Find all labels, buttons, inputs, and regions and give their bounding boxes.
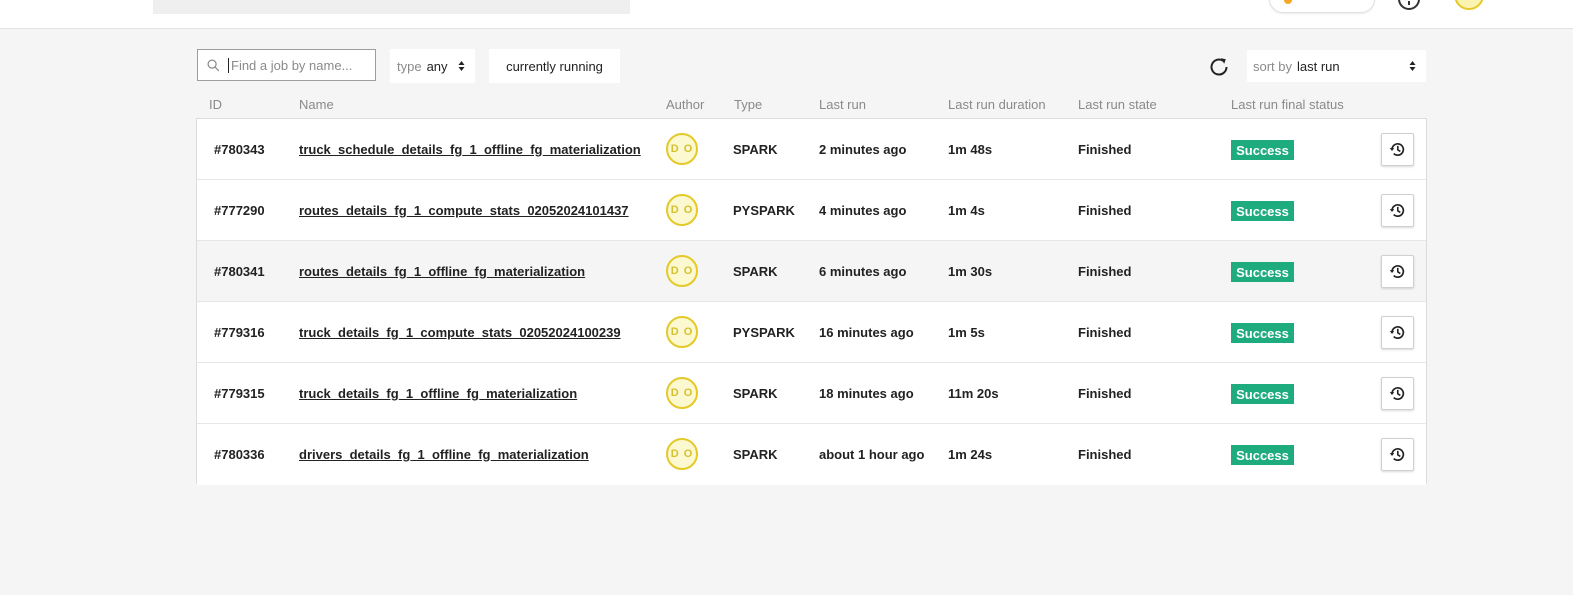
job-name-link[interactable]: routes_details_fg_1_compute_stats_020520…	[299, 180, 629, 240]
history-icon	[1389, 265, 1405, 279]
sort-label: sort by	[1253, 58, 1293, 74]
last-run: 16 minutes ago	[819, 324, 914, 340]
execution-history-button[interactable]	[1381, 377, 1414, 410]
last-run-duration: 1m 4s	[948, 202, 985, 218]
table-row: #780341 routes_details_fg_1_offline_fg_m…	[197, 241, 1426, 302]
column-header-duration: Last run duration	[948, 97, 1046, 112]
author-avatar: D O	[666, 133, 698, 165]
status-badge: Success	[1231, 140, 1294, 160]
execution-history-button[interactable]	[1381, 194, 1414, 227]
type-filter-select[interactable]: type any	[390, 49, 475, 83]
job-name-link[interactable]: truck_schedule_details_fg_1_offline_fg_m…	[299, 119, 641, 179]
job-id: #780343	[214, 141, 265, 157]
sort-arrows-icon	[458, 61, 465, 71]
table-row: #777290 routes_details_fg_1_compute_stat…	[197, 180, 1426, 241]
history-icon	[1389, 204, 1405, 218]
status-badge: Success	[1231, 384, 1294, 404]
job-type: SPARK	[733, 263, 778, 279]
last-run-state: Finished	[1078, 446, 1132, 462]
jobs-table: #780343 truck_schedule_details_fg_1_offl…	[196, 118, 1427, 485]
author-avatar: D O	[666, 438, 698, 470]
execution-history-button[interactable]	[1381, 438, 1414, 471]
job-type: SPARK	[733, 446, 778, 462]
job-search-input[interactable]	[228, 57, 368, 73]
job-type: SPARK	[733, 385, 778, 401]
last-run-duration: 11m 20s	[948, 385, 999, 401]
global-search-input[interactable]	[153, 0, 630, 14]
type-filter-label: type	[397, 58, 422, 74]
job-type: PYSPARK	[733, 202, 795, 218]
sort-select[interactable]: sort by last run	[1247, 50, 1426, 82]
last-run-state: Finished	[1078, 263, 1132, 279]
status-badge: Success	[1231, 201, 1294, 221]
status-badge: Success	[1231, 445, 1294, 465]
last-run-state: Finished	[1078, 202, 1132, 218]
last-run-state: Finished	[1078, 141, 1132, 157]
execution-history-button[interactable]	[1381, 316, 1414, 349]
project-pill-button[interactable]	[1269, 0, 1375, 13]
job-id: #780341	[214, 263, 265, 279]
column-header-final-status: Last run final status	[1231, 97, 1344, 112]
flame-icon	[1284, 0, 1292, 4]
job-type: SPARK	[733, 141, 778, 157]
job-search-field[interactable]	[197, 49, 376, 81]
column-header-author: Author	[666, 97, 705, 112]
job-name-link[interactable]: routes_details_fg_1_offline_fg_materiali…	[299, 241, 585, 301]
last-run-duration: 1m 48s	[948, 141, 993, 157]
status-badge: Success	[1231, 323, 1294, 343]
job-name-link[interactable]: truck_details_fg_1_offline_fg_materializ…	[299, 363, 577, 423]
search-icon	[207, 59, 220, 71]
user-avatar[interactable]	[1454, 0, 1484, 10]
last-run-duration: 1m 30s	[948, 263, 993, 279]
column-header-last-run: Last run	[819, 97, 866, 112]
sort-value: last run	[1297, 58, 1340, 74]
job-name-link[interactable]: truck_details_fg_1_compute_stats_0205202…	[299, 302, 621, 362]
last-run: 6 minutes ago	[819, 263, 907, 279]
history-icon	[1389, 448, 1405, 462]
column-header-id: ID	[209, 97, 222, 112]
last-run: 18 minutes ago	[819, 385, 914, 401]
job-id: #777290	[214, 202, 265, 218]
author-avatar: D O	[666, 255, 698, 287]
status-badge: Success	[1231, 262, 1294, 282]
currently-running-filter-button[interactable]: currently running	[489, 49, 620, 83]
last-run: 4 minutes ago	[819, 202, 907, 218]
table-row: #779316 truck_details_fg_1_compute_stats…	[197, 302, 1426, 363]
top-header	[0, 0, 1573, 29]
table-row: #780336 drivers_details_fg_1_offline_fg_…	[197, 424, 1426, 485]
job-id: #779316	[214, 324, 265, 340]
last-run-state: Finished	[1078, 324, 1132, 340]
history-icon	[1389, 326, 1405, 340]
job-id: #780336	[214, 446, 265, 462]
history-icon	[1389, 143, 1405, 157]
last-run: 2 minutes ago	[819, 141, 907, 157]
column-header-type: Type	[734, 97, 763, 112]
last-run-state: Finished	[1078, 385, 1132, 401]
table-row: #780343 truck_schedule_details_fg_1_offl…	[197, 119, 1426, 180]
job-id: #779315	[214, 385, 265, 401]
job-name-link[interactable]: drivers_details_fg_1_offline_fg_material…	[299, 424, 589, 484]
help-icon[interactable]	[1398, 0, 1420, 10]
author-avatar: D O	[666, 377, 698, 409]
history-icon	[1389, 387, 1405, 401]
author-avatar: D O	[666, 194, 698, 226]
refresh-icon[interactable]	[1207, 55, 1231, 79]
sort-arrows-icon	[1409, 61, 1416, 71]
type-filter-value: any	[426, 58, 448, 74]
last-run-duration: 1m 5s	[948, 324, 985, 340]
table-row: #779315 truck_details_fg_1_offline_fg_ma…	[197, 363, 1426, 424]
execution-history-button[interactable]	[1381, 133, 1414, 166]
job-type: PYSPARK	[733, 324, 795, 340]
last-run-duration: 1m 24s	[948, 446, 993, 462]
execution-history-button[interactable]	[1381, 255, 1414, 288]
column-header-name: Name	[299, 97, 334, 112]
last-run: about 1 hour ago	[819, 446, 925, 462]
author-avatar: D O	[666, 316, 698, 348]
column-header-state: Last run state	[1078, 97, 1157, 112]
